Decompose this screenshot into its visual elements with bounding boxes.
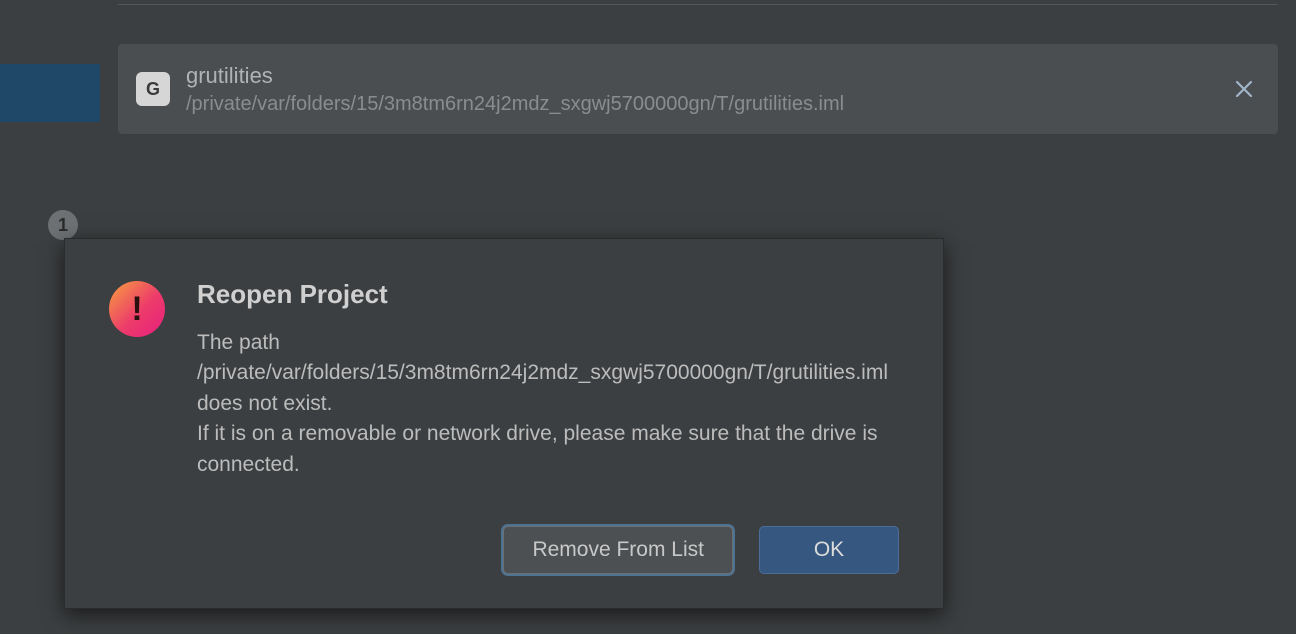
app-root: 1 G grutilities /private/var/folders/15/… xyxy=(0,0,1296,634)
project-path: /private/var/folders/15/3m8tm6rn24j2mdz_… xyxy=(186,93,1228,116)
close-icon[interactable] xyxy=(1228,73,1260,105)
project-name: grutilities xyxy=(186,63,1228,89)
project-icon: G xyxy=(136,72,170,106)
reopen-project-dialog: ! Reopen Project The path /private/var/f… xyxy=(64,238,944,609)
ok-button[interactable]: OK xyxy=(759,526,899,574)
dialog-message: The path /private/var/folders/15/3m8tm6r… xyxy=(197,328,899,480)
toolbar-divider xyxy=(118,4,1278,5)
dialog-title: Reopen Project xyxy=(197,279,899,310)
sidebar-update-badge[interactable]: 1 xyxy=(48,210,78,240)
warning-icon: ! xyxy=(109,281,165,337)
recent-project-row[interactable]: G grutilities /private/var/folders/15/3m… xyxy=(118,44,1278,134)
dialog-button-bar: Remove From List OK xyxy=(197,526,899,574)
project-text-block: grutilities /private/var/folders/15/3m8t… xyxy=(186,63,1228,116)
remove-from-list-button[interactable]: Remove From List xyxy=(503,526,733,574)
sidebar-selection-highlight xyxy=(0,64,100,122)
